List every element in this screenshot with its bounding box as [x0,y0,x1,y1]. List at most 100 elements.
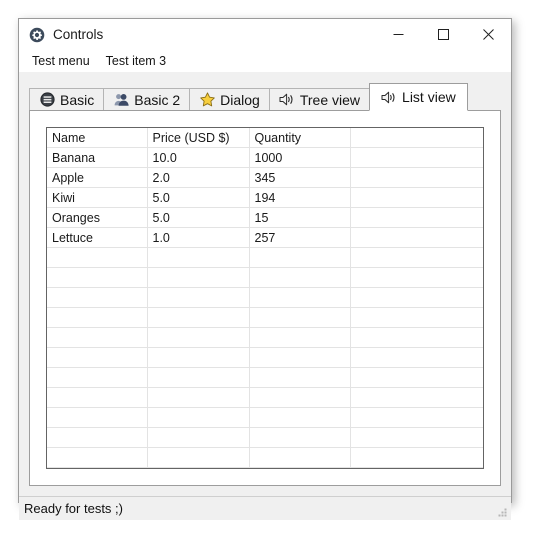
table-cell-empty[interactable] [249,407,351,428]
table-cell-empty[interactable] [350,307,483,328]
table-cell-empty[interactable] [147,367,250,388]
table-cell[interactable]: 1.0 [147,227,250,248]
table-row-empty[interactable] [47,367,483,388]
table-cell-empty[interactable] [47,327,148,348]
table-cell[interactable]: 1000 [249,147,351,168]
close-button[interactable] [466,19,511,50]
table-cell-empty[interactable] [147,267,250,288]
table-row-empty[interactable] [47,247,483,268]
tab-list-view[interactable]: List view [369,83,468,111]
menu-item-label: Test item 3 [105,54,167,68]
table-cell-empty[interactable] [249,367,351,388]
table-cell-empty[interactable] [47,387,148,408]
table-row-empty[interactable] [47,427,483,448]
table-row-empty[interactable] [47,447,483,468]
list-view-grid[interactable]: Name Price (USD $) Quantity Banana 10.0 10… [46,127,484,469]
table-cell[interactable] [350,167,483,188]
table-cell-empty[interactable] [147,327,250,348]
table-cell-empty[interactable] [350,347,483,368]
table-cell-empty[interactable] [147,347,250,368]
table-cell-empty[interactable] [249,247,351,268]
tab-basic[interactable]: Basic [29,88,105,110]
table-row-empty[interactable] [47,287,483,308]
table-row-empty[interactable] [47,267,483,288]
table-cell[interactable]: Apple [47,167,148,188]
table-cell-empty[interactable] [47,347,148,368]
table-cell-empty[interactable] [350,247,483,268]
table-cell-empty[interactable] [147,307,250,328]
tab-tree-view[interactable]: Tree view [268,88,371,110]
table-row-empty[interactable] [47,407,483,428]
table-cell-empty[interactable] [147,247,250,268]
resize-grip-icon[interactable] [496,505,508,517]
table-row-empty[interactable] [47,327,483,348]
table-cell-empty[interactable] [47,267,148,288]
table-row-empty[interactable] [47,387,483,408]
maximize-button[interactable] [421,19,466,50]
table-cell-empty[interactable] [147,447,250,468]
table-cell-empty[interactable] [47,287,148,308]
gear-icon [28,26,45,43]
menu-item-test-item-3[interactable]: Test item 3 [98,52,174,70]
column-header-blank[interactable] [350,128,483,148]
column-header-quantity[interactable]: Quantity [249,128,351,148]
table-cell-empty[interactable] [147,387,250,408]
table-cell[interactable]: 5.0 [147,207,250,228]
table-cell[interactable] [350,207,483,228]
table-cell-empty[interactable] [47,407,148,428]
tab-dialog[interactable]: Dialog [189,88,270,110]
table-cell[interactable]: Banana [47,147,148,168]
table-cell-empty[interactable] [249,427,351,448]
table-cell-empty[interactable] [249,327,351,348]
table-cell-empty[interactable] [350,267,483,288]
table-cell-empty[interactable] [350,407,483,428]
table-cell[interactable]: Oranges [47,207,148,228]
table-row[interactable]: Oranges 5.0 15 [47,207,483,228]
table-cell-empty[interactable] [350,287,483,308]
table-cell[interactable]: 15 [249,207,351,228]
table-cell[interactable]: 10.0 [147,147,250,168]
table-cell-empty[interactable] [147,407,250,428]
table-cell[interactable]: Lettuce [47,227,148,248]
table-cell-empty[interactable] [249,267,351,288]
table-cell[interactable] [350,187,483,208]
table-cell-empty[interactable] [249,447,351,468]
table-cell[interactable]: 5.0 [147,187,250,208]
table-cell-empty[interactable] [47,367,148,388]
table-cell[interactable]: 257 [249,227,351,248]
table-cell-empty[interactable] [249,347,351,368]
table-cell-empty[interactable] [350,327,483,348]
table-cell-empty[interactable] [249,387,351,408]
table-cell-empty[interactable] [147,427,250,448]
status-text: Ready for tests ;) [24,501,123,516]
table-cell[interactable]: 2.0 [147,167,250,188]
column-header-name[interactable]: Name [47,128,148,148]
table-row[interactable]: Banana 10.0 1000 [47,147,483,168]
tab-basic-2[interactable]: Basic 2 [103,88,191,110]
table-row-empty[interactable] [47,307,483,328]
table-cell[interactable]: 194 [249,187,351,208]
column-header-price[interactable]: Price (USD $) [147,128,250,148]
table-cell-empty[interactable] [147,287,250,308]
table-cell-empty[interactable] [350,447,483,468]
table-row[interactable]: Lettuce 1.0 257 [47,227,483,248]
table-row[interactable]: Apple 2.0 345 [47,167,483,188]
table-cell-empty[interactable] [47,247,148,268]
table-cell[interactable] [350,147,483,168]
table-row-empty[interactable] [47,347,483,368]
tab-strip: Basic Basic 2 Dialog Tree view List view [29,82,501,111]
table-cell-empty[interactable] [350,367,483,388]
table-cell-empty[interactable] [47,307,148,328]
table-cell-empty[interactable] [47,427,148,448]
table-row[interactable]: Kiwi 5.0 194 [47,187,483,208]
table-cell-empty[interactable] [249,287,351,308]
table-cell-empty[interactable] [249,307,351,328]
table-cell[interactable]: 345 [249,167,351,188]
table-cell-empty[interactable] [350,387,483,408]
minimize-button[interactable] [376,19,421,50]
menu-item-test-menu[interactable]: Test menu [24,52,98,70]
table-cell[interactable] [350,227,483,248]
table-cell-empty[interactable] [350,427,483,448]
table-cell-empty[interactable] [47,447,148,468]
table-cell[interactable]: Kiwi [47,187,148,208]
